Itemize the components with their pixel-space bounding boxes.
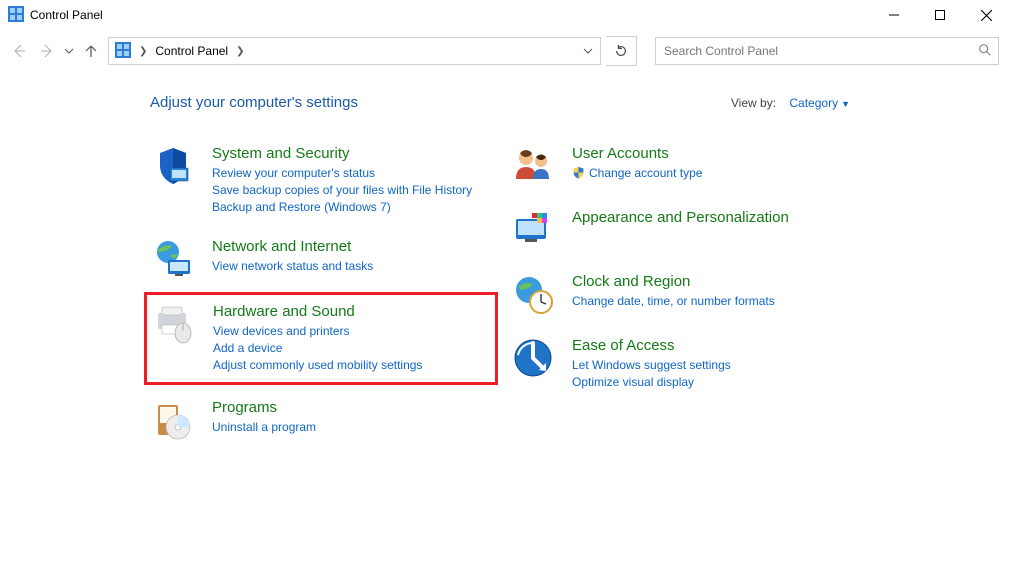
category-title[interactable]: Hardware and Sound bbox=[213, 303, 422, 321]
category-title[interactable]: Ease of Access bbox=[572, 337, 731, 355]
category-title[interactable]: Clock and Region bbox=[572, 273, 775, 291]
clock-globe-icon bbox=[512, 273, 554, 315]
category-sublink[interactable]: Save backup copies of your files with Fi… bbox=[212, 182, 472, 199]
highlight-box: Hardware and Sound View devices and prin… bbox=[144, 292, 498, 385]
shield-computer-icon bbox=[152, 145, 194, 187]
recent-locations-button[interactable] bbox=[64, 39, 74, 63]
address-bar[interactable]: ❯ Control Panel ❯ bbox=[108, 37, 601, 65]
category-user-accounts: User Accounts Change account type bbox=[510, 143, 850, 189]
view-by-control[interactable]: View by: Category▼ bbox=[731, 96, 850, 110]
people-icon bbox=[512, 145, 554, 187]
category-sublink[interactable]: Let Windows suggest settings bbox=[572, 357, 731, 374]
categories-left-column: System and Security Review your computer… bbox=[150, 143, 490, 461]
back-button[interactable] bbox=[8, 39, 30, 63]
category-sublink[interactable]: Review your computer's status bbox=[212, 165, 472, 182]
maximize-button[interactable] bbox=[917, 0, 963, 30]
search-box[interactable] bbox=[655, 37, 999, 65]
category-ease-of-access: Ease of Access Let Windows suggest setti… bbox=[510, 335, 850, 393]
category-sublink[interactable]: Add a device bbox=[213, 340, 422, 357]
category-clock-region: Clock and Region Change date, time, or n… bbox=[510, 271, 850, 317]
category-network-internet: Network and Internet View network status… bbox=[150, 236, 490, 282]
category-title[interactable]: System and Security bbox=[212, 145, 472, 163]
category-sublink[interactable]: Uninstall a program bbox=[212, 419, 316, 436]
search-icon[interactable] bbox=[978, 43, 992, 60]
category-programs: Programs Uninstall a program bbox=[150, 397, 490, 443]
dropdown-arrow-icon[interactable]: ▼ bbox=[841, 99, 850, 109]
content-area: Adjust your computer's settings View by:… bbox=[0, 76, 1009, 461]
nav-bar: ❯ Control Panel ❯ bbox=[0, 30, 1009, 76]
breadcrumb-arrow-icon[interactable]: ❯ bbox=[232, 46, 248, 57]
category-sublink[interactable]: View network status and tasks bbox=[212, 258, 373, 275]
breadcrumb-root[interactable]: Control Panel bbox=[151, 44, 232, 58]
forward-button[interactable] bbox=[36, 39, 58, 63]
printer-mouse-icon bbox=[153, 303, 195, 345]
ease-of-access-icon bbox=[512, 337, 554, 379]
category-sublink[interactable]: Change account type bbox=[589, 165, 702, 182]
category-title[interactable]: User Accounts bbox=[572, 145, 702, 163]
breadcrumb-arrow-icon[interactable]: ❯ bbox=[135, 46, 151, 57]
address-icon bbox=[115, 42, 131, 61]
address-history-dropdown[interactable] bbox=[578, 46, 598, 56]
refresh-button[interactable] bbox=[606, 36, 637, 66]
up-button[interactable] bbox=[80, 39, 102, 63]
category-sublink[interactable]: Change date, time, or number formats bbox=[572, 293, 775, 310]
disc-box-icon bbox=[152, 399, 194, 441]
minimize-button[interactable] bbox=[871, 0, 917, 30]
category-sublink[interactable]: Adjust commonly used mobility settings bbox=[213, 357, 422, 374]
category-sublink[interactable]: Optimize visual display bbox=[572, 374, 731, 391]
category-sublink[interactable]: Backup and Restore (Windows 7) bbox=[212, 199, 472, 216]
category-title[interactable]: Programs bbox=[212, 399, 316, 417]
globe-monitor-icon bbox=[152, 238, 194, 280]
app-icon bbox=[8, 6, 24, 25]
categories-right-column: User Accounts Change account type bbox=[510, 143, 850, 461]
title-bar: Control Panel bbox=[0, 0, 1009, 30]
window-title: Control Panel bbox=[30, 8, 103, 22]
category-title[interactable]: Network and Internet bbox=[212, 238, 373, 256]
uac-shield-icon bbox=[572, 166, 585, 182]
monitor-colors-icon bbox=[512, 209, 554, 251]
view-by-value[interactable]: Category bbox=[789, 96, 838, 110]
category-appearance-personalization: Appearance and Personalization bbox=[510, 207, 850, 253]
category-system-security: System and Security Review your computer… bbox=[150, 143, 490, 218]
category-hardware-sound: Hardware and Sound View devices and prin… bbox=[151, 301, 489, 376]
search-input[interactable] bbox=[662, 43, 978, 59]
view-by-label: View by: bbox=[731, 96, 776, 110]
category-title[interactable]: Appearance and Personalization bbox=[572, 209, 789, 227]
page-heading: Adjust your computer's settings bbox=[150, 94, 358, 111]
category-sublink[interactable]: View devices and printers bbox=[213, 323, 422, 340]
close-button[interactable] bbox=[963, 0, 1009, 30]
